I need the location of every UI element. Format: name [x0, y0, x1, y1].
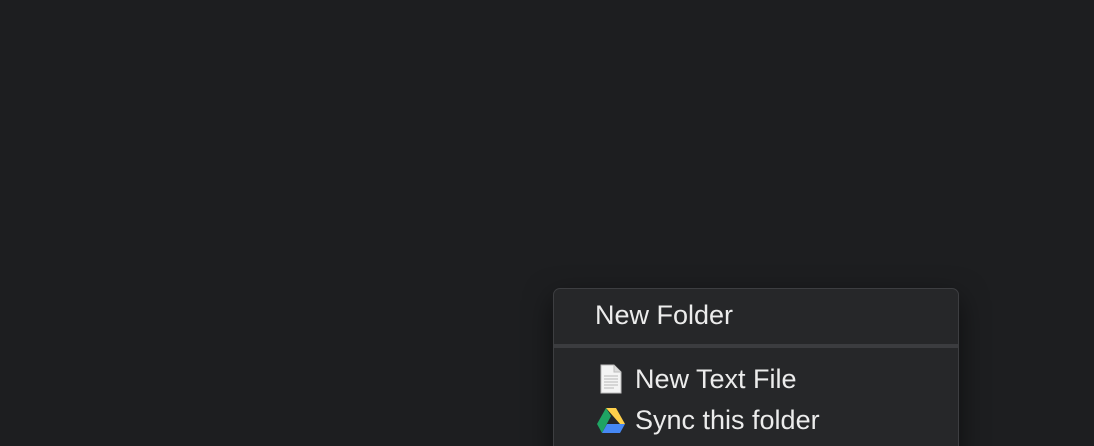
- document-icon: [597, 364, 625, 394]
- desktop-background[interactable]: New Folder New Text File Sync this folde…: [0, 0, 1094, 446]
- menu-item-label: Sync this folder: [635, 404, 820, 435]
- menu-item-sync-this-folder[interactable]: Sync this folder: [554, 400, 958, 440]
- menu-separator: [554, 344, 958, 348]
- menu-item-new-folder[interactable]: New Folder: [554, 295, 958, 335]
- google-drive-icon: [597, 405, 625, 435]
- menu-item-new-text-file[interactable]: New Text File: [554, 359, 958, 399]
- menu-item-label: New Text File: [635, 363, 797, 394]
- context-menu: New Folder New Text File Sync this folde…: [553, 288, 959, 446]
- menu-item-label: New Folder: [595, 299, 734, 330]
